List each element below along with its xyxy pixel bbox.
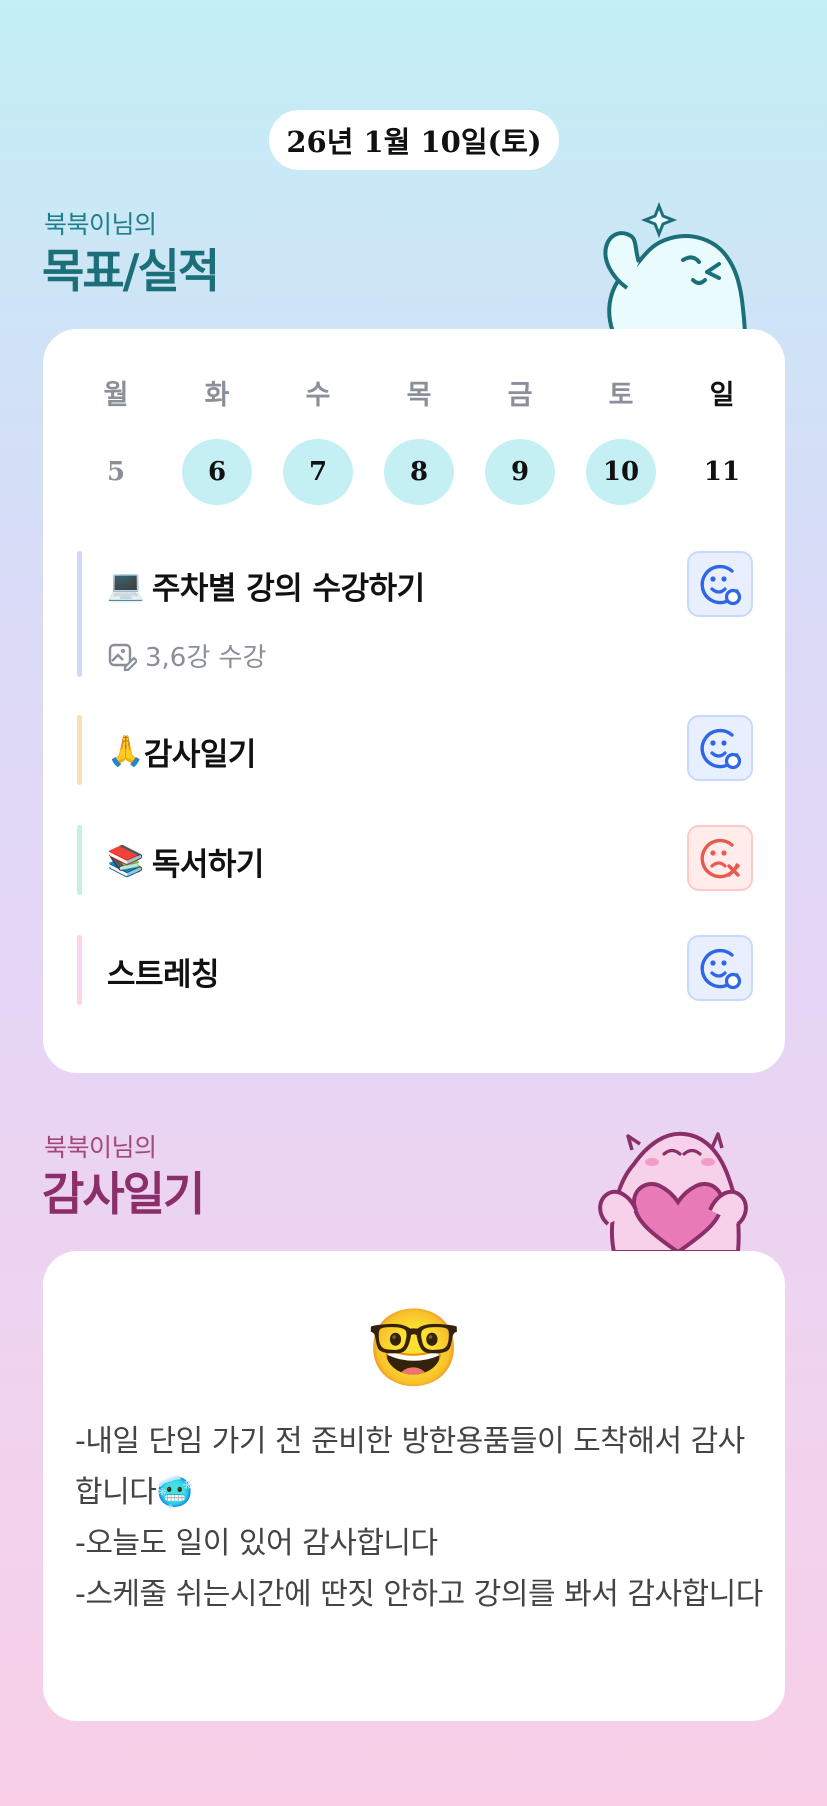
gratitude-line: -내일 단임 가기 전 준비한 방한용품들이 도착해서 감사합니다🥶 bbox=[75, 1424, 745, 1510]
praying-hands-icon: 🙏 bbox=[107, 734, 144, 769]
laptop-icon: 💻 bbox=[107, 568, 144, 603]
day-cell[interactable]: 5 bbox=[81, 439, 151, 505]
day-cell-completed[interactable]: 6 bbox=[182, 439, 252, 505]
day-cell-today[interactable]: 11 bbox=[687, 439, 757, 505]
day-row: 5 6 7 8 9 10 11 bbox=[43, 439, 785, 509]
weekday-fri: 금 bbox=[507, 379, 533, 411]
weekday-mon: 월 bbox=[103, 379, 129, 411]
gratitude-title: 감사일기 bbox=[42, 1167, 205, 1221]
status-success-button[interactable] bbox=[687, 551, 753, 617]
habit-color-bar bbox=[77, 715, 82, 785]
day-cell-completed[interactable]: 8 bbox=[384, 439, 454, 505]
habit-label: 스트레칭 bbox=[107, 957, 220, 993]
weekday-sat: 토 bbox=[608, 379, 634, 411]
status-success-button[interactable] bbox=[687, 935, 753, 1001]
weekday-thu: 목 bbox=[406, 379, 432, 411]
gratitude-line: -오늘도 일이 있어 감사합니다 bbox=[75, 1526, 438, 1561]
habit-item[interactable]: 스트레칭 bbox=[77, 935, 753, 1005]
habit-color-bar bbox=[77, 825, 82, 895]
smiley-success-icon bbox=[700, 564, 742, 606]
weekday-header: 월 화 수 목 금 토 일 bbox=[43, 359, 785, 429]
habit-label: 감사일기 bbox=[143, 737, 257, 773]
habit-color-bar bbox=[77, 935, 82, 1005]
nerd-face-icon: 🤓 bbox=[366, 1303, 462, 1392]
weekday-sun: 일 bbox=[709, 379, 735, 411]
day-cell-completed[interactable]: 9 bbox=[485, 439, 555, 505]
habit-item[interactable]: 🙏 감사일기 bbox=[77, 715, 753, 785]
status-fail-button[interactable] bbox=[687, 825, 753, 891]
habit-item[interactable]: 💻 주차별 강의 수강하기 3,6강 수강 bbox=[77, 551, 753, 677]
books-icon: 📚 bbox=[107, 844, 144, 879]
gratitude-card: 🤓 -내일 단임 가기 전 준비한 방한용품들이 도착해서 감사합니다🥶 -오늘… bbox=[43, 1251, 785, 1721]
date-label[interactable]: 26년 1월 10일(토) bbox=[269, 110, 559, 170]
day-cell-completed[interactable]: 7 bbox=[283, 439, 353, 505]
goals-title: 목표/실적 bbox=[42, 244, 220, 298]
smiley-success-icon bbox=[700, 728, 742, 770]
habit-label: 독서하기 bbox=[151, 847, 265, 883]
image-edit-icon bbox=[108, 643, 137, 671]
habit-item[interactable]: 📚 독서하기 bbox=[77, 825, 753, 895]
habit-label: 주차별 강의 수강하기 bbox=[151, 571, 425, 607]
habit-note-text: 3,6강 수강 bbox=[145, 643, 267, 673]
waving-mascot-icon bbox=[603, 201, 748, 332]
habit-note: 3,6강 수강 bbox=[107, 637, 266, 674]
status-success-button[interactable] bbox=[687, 715, 753, 781]
habit-color-bar bbox=[77, 551, 82, 677]
gratitude-line: -스케줄 쉬는시간에 딴짓 안하고 강의를 봐서 감사합니다 bbox=[75, 1577, 763, 1612]
day-cell-completed[interactable]: 10 bbox=[586, 439, 656, 505]
heart-mascot-icon bbox=[598, 1131, 748, 1252]
weekday-tue: 화 bbox=[204, 379, 230, 411]
weekday-wed: 수 bbox=[305, 379, 331, 411]
frown-fail-icon bbox=[700, 838, 740, 879]
goals-card: 월 화 수 목 금 토 일 5 6 7 8 9 10 11 💻 주차별 강의 수… bbox=[43, 329, 785, 1073]
gratitude-entry: -내일 단임 가기 전 준비한 방한용품들이 도착해서 감사합니다🥶 -오늘도 … bbox=[75, 1416, 765, 1620]
smiley-success-icon bbox=[700, 948, 742, 990]
